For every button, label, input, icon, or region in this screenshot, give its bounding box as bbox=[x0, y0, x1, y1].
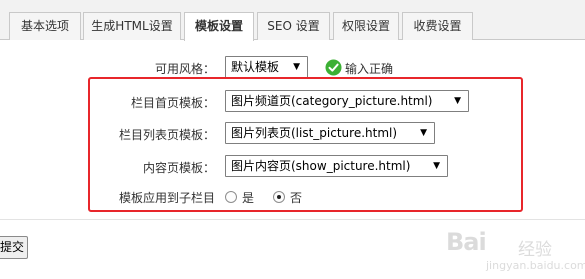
tab-charging[interactable]: 收费设置 bbox=[402, 12, 473, 40]
apply-children-label: 模板应用到子栏目 bbox=[118, 191, 215, 205]
category-template-select[interactable]: 图片频道页(category_picture.html) ▼ bbox=[225, 90, 469, 112]
show-template-value: 图片内容页(show_picture.html) bbox=[231, 159, 411, 173]
watermark-logo: Bai bbox=[446, 228, 487, 256]
chevron-down-icon: ▼ bbox=[293, 62, 300, 72]
apply-children-yes-radio[interactable]: 是 bbox=[225, 188, 261, 206]
style-select-value: 默认模板 bbox=[231, 60, 280, 74]
category-template-value: 图片频道页(category_picture.html) bbox=[231, 94, 433, 108]
list-template-value: 图片列表页(list_picture.html) bbox=[231, 126, 398, 140]
chevron-down-icon: ▼ bbox=[420, 128, 427, 138]
show-template-select[interactable]: 图片内容页(show_picture.html) ▼ bbox=[225, 155, 448, 177]
show-template-label: 内容页模板： bbox=[142, 161, 215, 175]
style-select[interactable]: 默认模板 ▼ bbox=[225, 56, 308, 78]
check-circle-icon bbox=[325, 59, 342, 76]
tab-basic[interactable]: 基本选项 bbox=[9, 12, 81, 40]
radio-checked-icon bbox=[273, 191, 285, 203]
list-template-select[interactable]: 图片列表页(list_picture.html) ▼ bbox=[225, 122, 435, 144]
validation-status: 输入正确 bbox=[345, 62, 394, 76]
tab-seo[interactable]: SEO 设置 bbox=[257, 12, 330, 40]
template-settings-page: 基本选项 生成HTML设置 模板设置 SEO 设置 权限设置 收费设置 可用风格… bbox=[0, 0, 585, 279]
tab-permissions[interactable]: 权限设置 bbox=[333, 12, 399, 40]
submit-button[interactable]: 提交 bbox=[0, 236, 28, 259]
style-label: 可用风格： bbox=[154, 62, 215, 76]
baidu-jingyan-watermark: Bai 经验 jingyan.baidu.com bbox=[446, 226, 585, 276]
list-template-label: 栏目列表页模板： bbox=[118, 128, 215, 142]
tab-template[interactable]: 模板设置 bbox=[184, 12, 254, 41]
divider bbox=[0, 219, 585, 220]
tab-html-generation[interactable]: 生成HTML设置 bbox=[83, 12, 181, 40]
chevron-down-icon: ▼ bbox=[433, 161, 440, 171]
radio-yes-label: 是 bbox=[242, 191, 255, 205]
category-template-label: 栏目首页模板： bbox=[130, 96, 215, 110]
radio-no-label: 否 bbox=[290, 191, 303, 205]
chevron-down-icon: ▼ bbox=[454, 96, 461, 106]
apply-children-no-radio[interactable]: 否 bbox=[273, 188, 309, 206]
watermark-sub: 经验 bbox=[518, 240, 552, 260]
radio-unchecked-icon bbox=[225, 191, 237, 203]
watermark-url: jingyan.baidu.com bbox=[486, 259, 585, 272]
tab-bar: 基本选项 生成HTML设置 模板设置 SEO 设置 权限设置 收费设置 bbox=[0, 0, 585, 41]
